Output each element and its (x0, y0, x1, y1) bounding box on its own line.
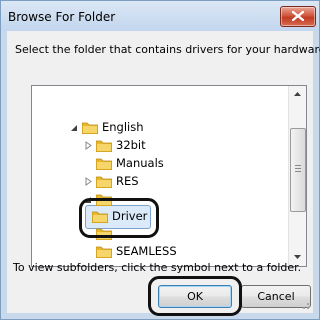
folder-icon (82, 122, 98, 134)
scroll-down-icon (294, 255, 301, 259)
folder-icon (96, 140, 112, 152)
browse-folder-dialog: Browse For Folder Select the folder that… (0, 0, 320, 320)
folder-tree[interactable]: English 32bit Manuals RES Driver SEAMLES… (31, 85, 307, 267)
title-bar[interactable]: Browse For Folder (1, 1, 319, 31)
folder-icon (96, 158, 112, 170)
expand-arrow-icon[interactable] (84, 140, 93, 150)
collapse-arrow-icon[interactable] (70, 123, 79, 132)
window-title: Browse For Folder (8, 10, 116, 24)
tree-item-partial[interactable] (96, 224, 112, 242)
resize-grip-icon[interactable] (300, 300, 310, 310)
folder-icon (96, 194, 112, 206)
folder-icon (96, 176, 112, 188)
tree-item-label: SEAMLESS (116, 244, 177, 258)
tree-scrollbar[interactable] (288, 86, 306, 266)
tree-item-partial[interactable] (84, 190, 112, 208)
tree-item-label: Manuals (116, 156, 164, 170)
scroll-thumb[interactable] (290, 128, 306, 212)
instruction-text: Select the folder that contains drivers … (15, 43, 320, 56)
ok-button[interactable]: OK (158, 285, 232, 308)
grip-lines-icon (295, 165, 301, 166)
collapse-arrow-icon[interactable] (84, 195, 93, 204)
tree-item-label: RES (116, 174, 139, 188)
expand-arrow-icon[interactable] (84, 176, 93, 186)
tree-item-res[interactable]: RES (84, 172, 139, 190)
scroll-up-icon (294, 92, 301, 96)
folder-icon (96, 246, 112, 258)
tree-item-seamless[interactable]: SEAMLESS (96, 242, 177, 260)
tree-item-english[interactable]: English (70, 118, 144, 136)
hint-text: To view subfolders, click the symbol nex… (13, 261, 302, 274)
tree-item-label: Driver (112, 209, 148, 223)
tree-item-driver[interactable]: Driver (92, 207, 147, 225)
tree-item-manuals[interactable]: Manuals (96, 154, 164, 172)
dialog-body: Select the folder that contains drivers … (7, 31, 320, 316)
scroll-up-button[interactable] (289, 86, 306, 103)
tree-item-32bit[interactable]: 32bit (84, 136, 146, 154)
tree-item-label: 32bit (116, 138, 146, 152)
close-icon (292, 11, 304, 21)
close-button[interactable] (280, 6, 316, 27)
tree-item-label: English (102, 120, 144, 134)
folder-icon (92, 211, 108, 223)
folder-icon (96, 228, 112, 240)
